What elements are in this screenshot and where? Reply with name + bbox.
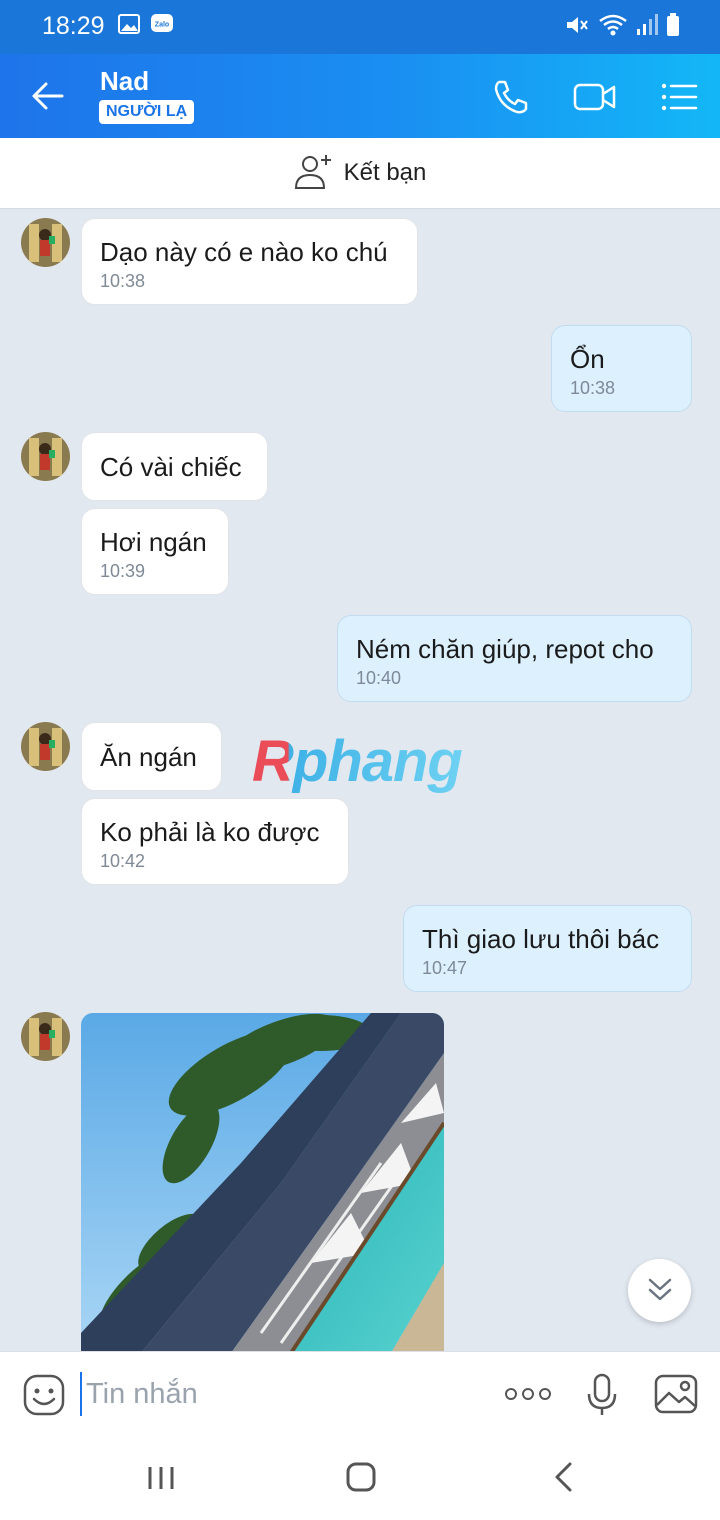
message-time: 10:47 [422,958,468,978]
system-navigation-bar [0,1438,720,1520]
outgoing-message[interactable]: Thì giao lưu thôi bác 10:47 [403,905,692,992]
message-time: 10:39 [100,561,146,581]
message-text: Ném chăn giúp, repot cho [356,634,654,664]
signal-icon [636,13,658,42]
incoming-message[interactable]: Dạo này có e nào ko chú 10:38 [81,218,418,305]
chat-header: Nad NGƯỜI LẠ [0,54,720,138]
contact-avatar[interactable] [21,218,70,267]
battery-icon [666,13,680,42]
message-time: 10:38 [100,271,146,291]
outgoing-message[interactable]: Ổn 10:38 [551,325,692,412]
message-text: Ổn [570,344,605,374]
watermark-logo: Rphang [252,729,463,794]
outgoing-message[interactable]: Ném chăn giúp, repot cho 10:40 [337,615,692,702]
stranger-badge: NGƯỜI LẠ [99,100,195,124]
status-bar: 18:29 Zalo [0,0,720,54]
voice-call-icon[interactable] [490,76,532,118]
zalo-notification-icon: Zalo [150,13,174,40]
incoming-message[interactable]: Ăn ngán [81,722,222,791]
status-time: 18:29 [42,12,105,40]
incoming-message[interactable]: Hơi ngán 10:39 [81,508,229,595]
back-button[interactable] [28,76,68,116]
gallery-notification-icon [118,14,140,39]
message-text: Ăn ngán [100,742,197,772]
message-text: Ko phải là ko được [100,817,320,847]
message-input[interactable] [80,1372,460,1416]
back-nav-icon[interactable] [550,1461,578,1498]
microphone-icon[interactable] [584,1372,620,1423]
scroll-to-bottom-button[interactable] [628,1259,691,1322]
contact-avatar[interactable] [21,432,70,481]
message-time: 10:38 [570,378,616,398]
contact-name[interactable]: Nad [100,66,149,97]
incoming-message[interactable]: Có vài chiếc [81,432,268,501]
message-time: 10:40 [356,668,402,688]
add-friend-label: Kết bạn [343,159,427,186]
contact-avatar[interactable] [21,722,70,771]
video-call-icon[interactable] [572,76,616,118]
emoji-sticker-icon[interactable] [22,1373,66,1422]
photo-message[interactable] [81,1013,444,1353]
message-text: Có vài chiếc [100,452,242,482]
recent-apps-icon[interactable] [146,1463,176,1498]
more-options-icon[interactable] [504,1386,552,1407]
message-time: 10:42 [100,851,146,871]
message-composer [0,1351,720,1438]
incoming-message[interactable]: Ko phải là ko được 10:42 [81,798,349,885]
wifi-icon [598,13,628,42]
home-icon[interactable] [345,1461,377,1498]
menu-list-icon[interactable] [658,76,700,118]
message-text: Hơi ngán [100,527,207,557]
svg-text:Zalo: Zalo [155,22,169,29]
image-picker-icon[interactable] [653,1373,699,1420]
contact-avatar[interactable] [21,1012,70,1061]
message-text: Thì giao lưu thôi bác [422,924,660,954]
add-friend-icon [294,152,334,195]
message-text: Dạo này có e nào ko chú [100,237,388,267]
mute-icon [564,13,590,42]
add-friend-button[interactable]: Kết bạn [0,138,720,209]
chevron-double-down-icon [645,1274,675,1311]
